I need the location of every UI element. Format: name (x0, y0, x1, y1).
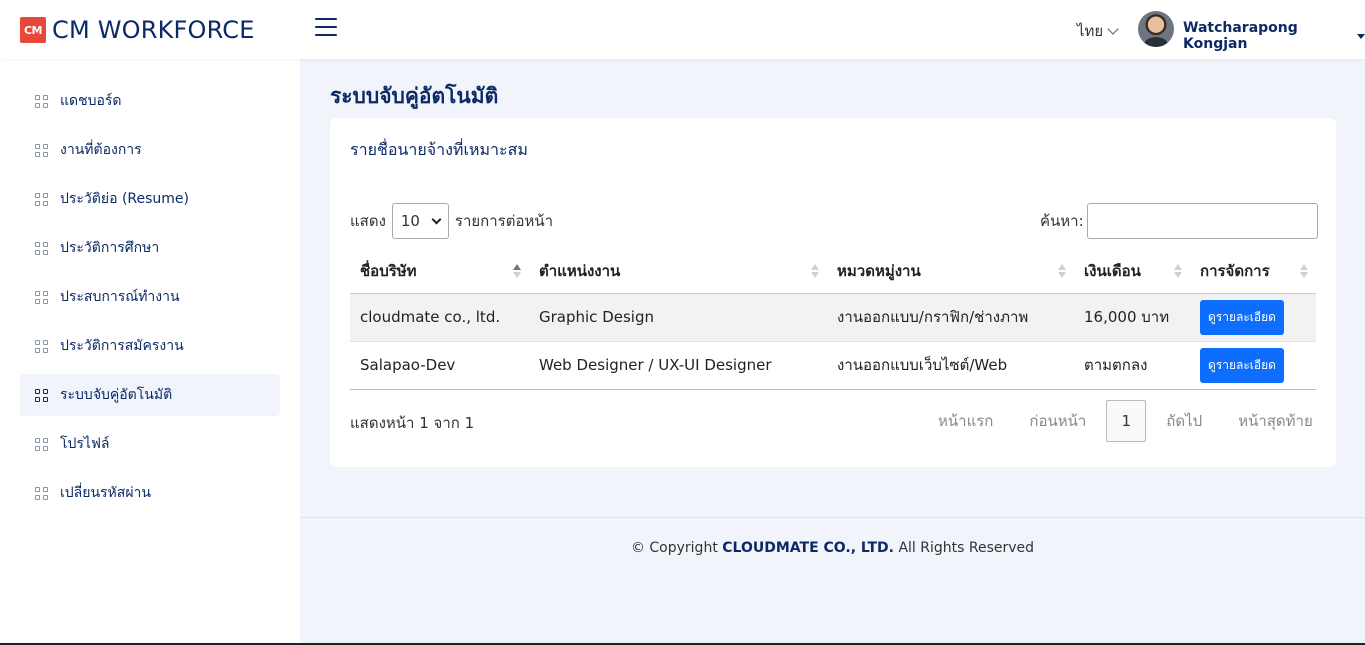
chevron-down-icon (1107, 23, 1119, 35)
sidebar-item-dashboard[interactable]: แดชบอร์ด (20, 80, 280, 122)
pagination-first[interactable]: หน้าแรก (920, 409, 1011, 433)
grid-icon (35, 143, 48, 157)
grid-icon (35, 192, 48, 206)
sidebar: แดชบอร์ด งานที่ต้องการ ประวัติย่อ (Resum… (0, 59, 300, 645)
sidebar-item-profile[interactable]: โปรไฟล์ (20, 423, 280, 465)
cell-position: Graphic Design (529, 293, 827, 342)
sidebar-item-label: ประวัติการศึกษา (60, 240, 160, 256)
page-length-value: 10 (400, 212, 420, 230)
employer-list-card: รายชื่อนายจ้างที่เหมาะสม แสดง 10 รายการต… (330, 118, 1336, 467)
search-input[interactable] (1086, 203, 1318, 239)
cell-actions: ดูรายละเอียด (1190, 341, 1316, 390)
sidebar-item-label: เปลี่ยนรหัสผ่าน (60, 485, 151, 501)
footer-suffix: All Rights Reserved (898, 540, 1035, 556)
grid-icon (35, 486, 48, 500)
grid-icon (35, 339, 48, 353)
grid-icon (35, 94, 48, 108)
sidebar-item-resume[interactable]: ประวัติย่อ (Resume) (20, 178, 280, 220)
pagination-next[interactable]: ถัดไป (1148, 409, 1220, 433)
table-info: แสดงหน้า 1 จาก 1 (350, 414, 475, 432)
employer-table: ชื่อบริษัท ตำแหน่งงาน หมวดหมู่งาน เงินเด… (350, 249, 1316, 390)
cell-salary: ตามตกลง (1074, 341, 1190, 390)
language-selector[interactable]: ไทย (1077, 19, 1119, 43)
caret-down-icon (1357, 33, 1365, 39)
user-name: Watcharapong Kongjan (1183, 20, 1298, 52)
cell-category: งานออกแบบ/กราฟิก/ช่างภาพ (827, 293, 1074, 342)
logo-text: CM WORKFORCE (52, 16, 255, 44)
hamburger-menu-icon[interactable] (315, 18, 337, 36)
cell-position: Web Designer / UX-UI Designer (529, 341, 827, 390)
sort-icon (513, 264, 521, 278)
footer-divider (300, 517, 1365, 518)
pagination: หน้าแรก ก่อนหน้า 1 ถัดไป หน้าสุดท้าย (920, 400, 1331, 442)
card-title: รายชื่อนายจ้างที่เหมาะสม (350, 140, 528, 159)
cell-actions: ดูรายละเอียด (1190, 293, 1316, 342)
cell-company: Salapao-Dev (350, 341, 529, 390)
sidebar-item-label: งานที่ต้องการ (60, 142, 142, 158)
logo-badge: CM (20, 17, 46, 43)
sidebar-item-label: ประวัติการสมัครงาน (60, 338, 184, 354)
top-header: CM CM WORKFORCE ไทย Watcharapong Kongjan (0, 0, 1365, 59)
pagination-last[interactable]: หน้าสุดท้าย (1220, 409, 1331, 433)
page-length-select[interactable]: 10 (391, 203, 449, 239)
table-row: Salapao-Dev Web Designer / UX-UI Designe… (350, 341, 1316, 390)
cell-company: cloudmate co., ltd. (350, 293, 529, 342)
column-header-company[interactable]: ชื่อบริษัท (350, 249, 529, 294)
sidebar-item-label: แดชบอร์ด (60, 93, 122, 109)
cell-salary: 16,000 บาท (1074, 293, 1190, 342)
sidebar-item-work-experience[interactable]: ประสบการณ์ทำงาน (20, 276, 280, 318)
sidebar-item-desired-jobs[interactable]: งานที่ต้องการ (20, 129, 280, 171)
sort-icon (1300, 264, 1308, 278)
sidebar-item-label: ระบบจับคู่อัตโนมัติ (60, 387, 173, 403)
grid-icon (35, 241, 48, 255)
length-prefix: แสดง (350, 212, 386, 230)
table-row: cloudmate co., ltd. Graphic Design งานออ… (350, 293, 1316, 342)
user-menu[interactable]: Watcharapong Kongjan (1183, 20, 1365, 52)
avatar[interactable] (1138, 11, 1174, 47)
sidebar-item-education[interactable]: ประวัติการศึกษา (20, 227, 280, 269)
grid-icon (35, 437, 48, 451)
sidebar-item-label: ประวัติย่อ (Resume) (60, 191, 189, 207)
search-control: ค้นหา: (1040, 203, 1318, 239)
view-details-button[interactable]: ดูรายละเอียด (1200, 347, 1284, 383)
footer: © Copyright CLOUDMATE CO., LTD. All Righ… (300, 540, 1365, 556)
sort-icon (1174, 264, 1182, 278)
grid-icon (35, 290, 48, 304)
language-label: ไทย (1077, 22, 1104, 40)
view-details-button[interactable]: ดูรายละเอียด (1200, 299, 1284, 335)
sidebar-item-application-history[interactable]: ประวัติการสมัครงาน (20, 325, 280, 367)
cell-category: งานออกแบบเว็บไซต์/Web (827, 341, 1074, 390)
table-header-row: ชื่อบริษัท ตำแหน่งงาน หมวดหมู่งาน เงินเด… (350, 249, 1316, 294)
sidebar-item-label: โปรไฟล์ (60, 436, 110, 452)
footer-company: CLOUDMATE CO., LTD. (722, 540, 894, 556)
page-length-control: แสดง 10 รายการต่อหน้า (350, 203, 553, 239)
column-header-position[interactable]: ตำแหน่งงาน (529, 249, 827, 294)
sort-icon (1058, 264, 1066, 278)
logo[interactable]: CM CM WORKFORCE (20, 16, 255, 44)
search-label: ค้นหา: (1040, 212, 1084, 230)
sort-icon (811, 264, 819, 278)
sidebar-item-change-password[interactable]: เปลี่ยนรหัสผ่าน (20, 472, 280, 514)
sidebar-item-auto-matching[interactable]: ระบบจับคู่อัตโนมัติ (20, 374, 280, 416)
column-header-actions[interactable]: การจัดการ (1190, 249, 1316, 294)
footer-prefix: © Copyright (630, 540, 718, 556)
pagination-page-1[interactable]: 1 (1106, 400, 1147, 442)
grid-icon (35, 388, 48, 402)
chevron-down-icon (431, 214, 442, 224)
sidebar-item-label: ประสบการณ์ทำงาน (60, 289, 180, 305)
length-suffix: รายการต่อหน้า (454, 212, 554, 230)
column-header-salary[interactable]: เงินเดือน (1074, 249, 1190, 294)
page-title: ระบบจับคู่อัตโนมัติ (330, 84, 499, 108)
pagination-prev[interactable]: ก่อนหน้า (1011, 409, 1104, 433)
column-header-category[interactable]: หมวดหมู่งาน (827, 249, 1074, 294)
